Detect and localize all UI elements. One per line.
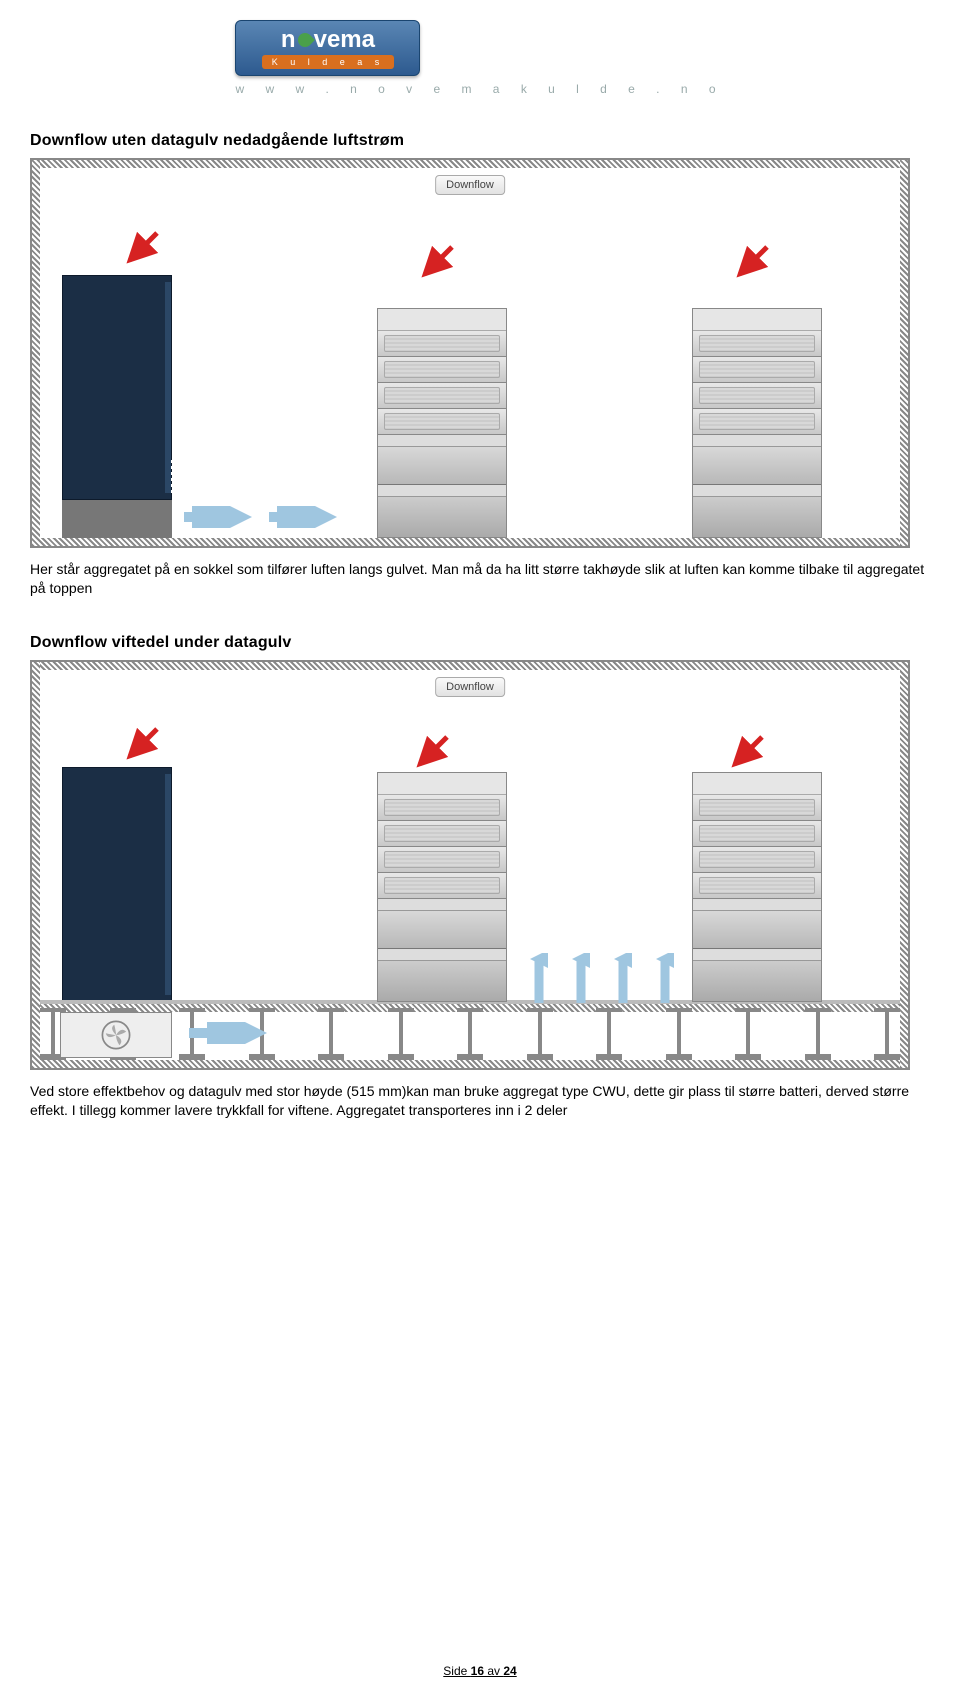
section-heading-1: Downflow uten datagulv nedadgående lufts… xyxy=(30,132,930,150)
fan-section xyxy=(60,1012,172,1058)
diagram-mode-label: Downflow xyxy=(435,677,505,697)
return-arrow-icon xyxy=(122,724,162,764)
section-caption-2: Ved store effektbehov og datagulv med st… xyxy=(30,1082,930,1120)
floor-vent-arrow-icon xyxy=(572,953,590,1008)
return-arrow-icon xyxy=(732,242,772,282)
diagram-mode-label: Downflow xyxy=(435,175,505,195)
footer-prefix: Side xyxy=(443,1664,470,1678)
page-footer: Side 16 av 24 xyxy=(0,1664,960,1678)
logo-text: vema xyxy=(314,28,375,52)
server-rack xyxy=(692,772,822,1002)
page-header: n vema K u l d e a s w w w . n o v e m a… xyxy=(0,0,960,96)
fan-icon xyxy=(99,1018,133,1052)
footer-mid: av xyxy=(484,1664,503,1678)
logo-subtitle: K u l d e a s xyxy=(262,55,395,69)
logo: n vema K u l d e a s w w w . n o v e m a… xyxy=(235,20,724,96)
supply-arrow-icon xyxy=(267,506,337,528)
section-caption-1: Her står aggregatet på en sokkel som til… xyxy=(30,560,930,598)
plinth xyxy=(62,500,172,538)
diagram-downflow-no-floor: Downflow xyxy=(30,158,910,548)
server-rack xyxy=(692,308,822,538)
ac-unit xyxy=(62,275,172,500)
return-arrow-icon xyxy=(727,732,767,772)
leaf-icon xyxy=(295,30,315,50)
server-rack xyxy=(377,772,507,1002)
footer-total: 24 xyxy=(503,1664,516,1678)
logo-brand: n vema xyxy=(281,28,375,52)
floor-vent-arrow-icon xyxy=(530,953,548,1008)
diagram-downflow-raised-floor: Downflow xyxy=(30,660,910,1070)
return-arrow-icon xyxy=(122,228,162,268)
return-arrow-icon xyxy=(412,732,452,772)
footer-page: 16 xyxy=(471,1664,484,1678)
floor-vent-arrow-icon xyxy=(656,953,674,1008)
server-rack xyxy=(377,308,507,538)
ac-unit xyxy=(62,767,172,1002)
logo-text: n xyxy=(281,28,296,52)
supply-arrow-icon xyxy=(187,1022,267,1044)
section-heading-2: Downflow viftedel under datagulv xyxy=(30,634,930,652)
return-arrow-icon xyxy=(417,242,457,282)
logo-url: w w w . n o v e m a k u l d e . n o xyxy=(235,82,724,96)
floor-vent-arrow-icon xyxy=(614,953,632,1008)
supply-arrow-icon xyxy=(182,506,252,528)
